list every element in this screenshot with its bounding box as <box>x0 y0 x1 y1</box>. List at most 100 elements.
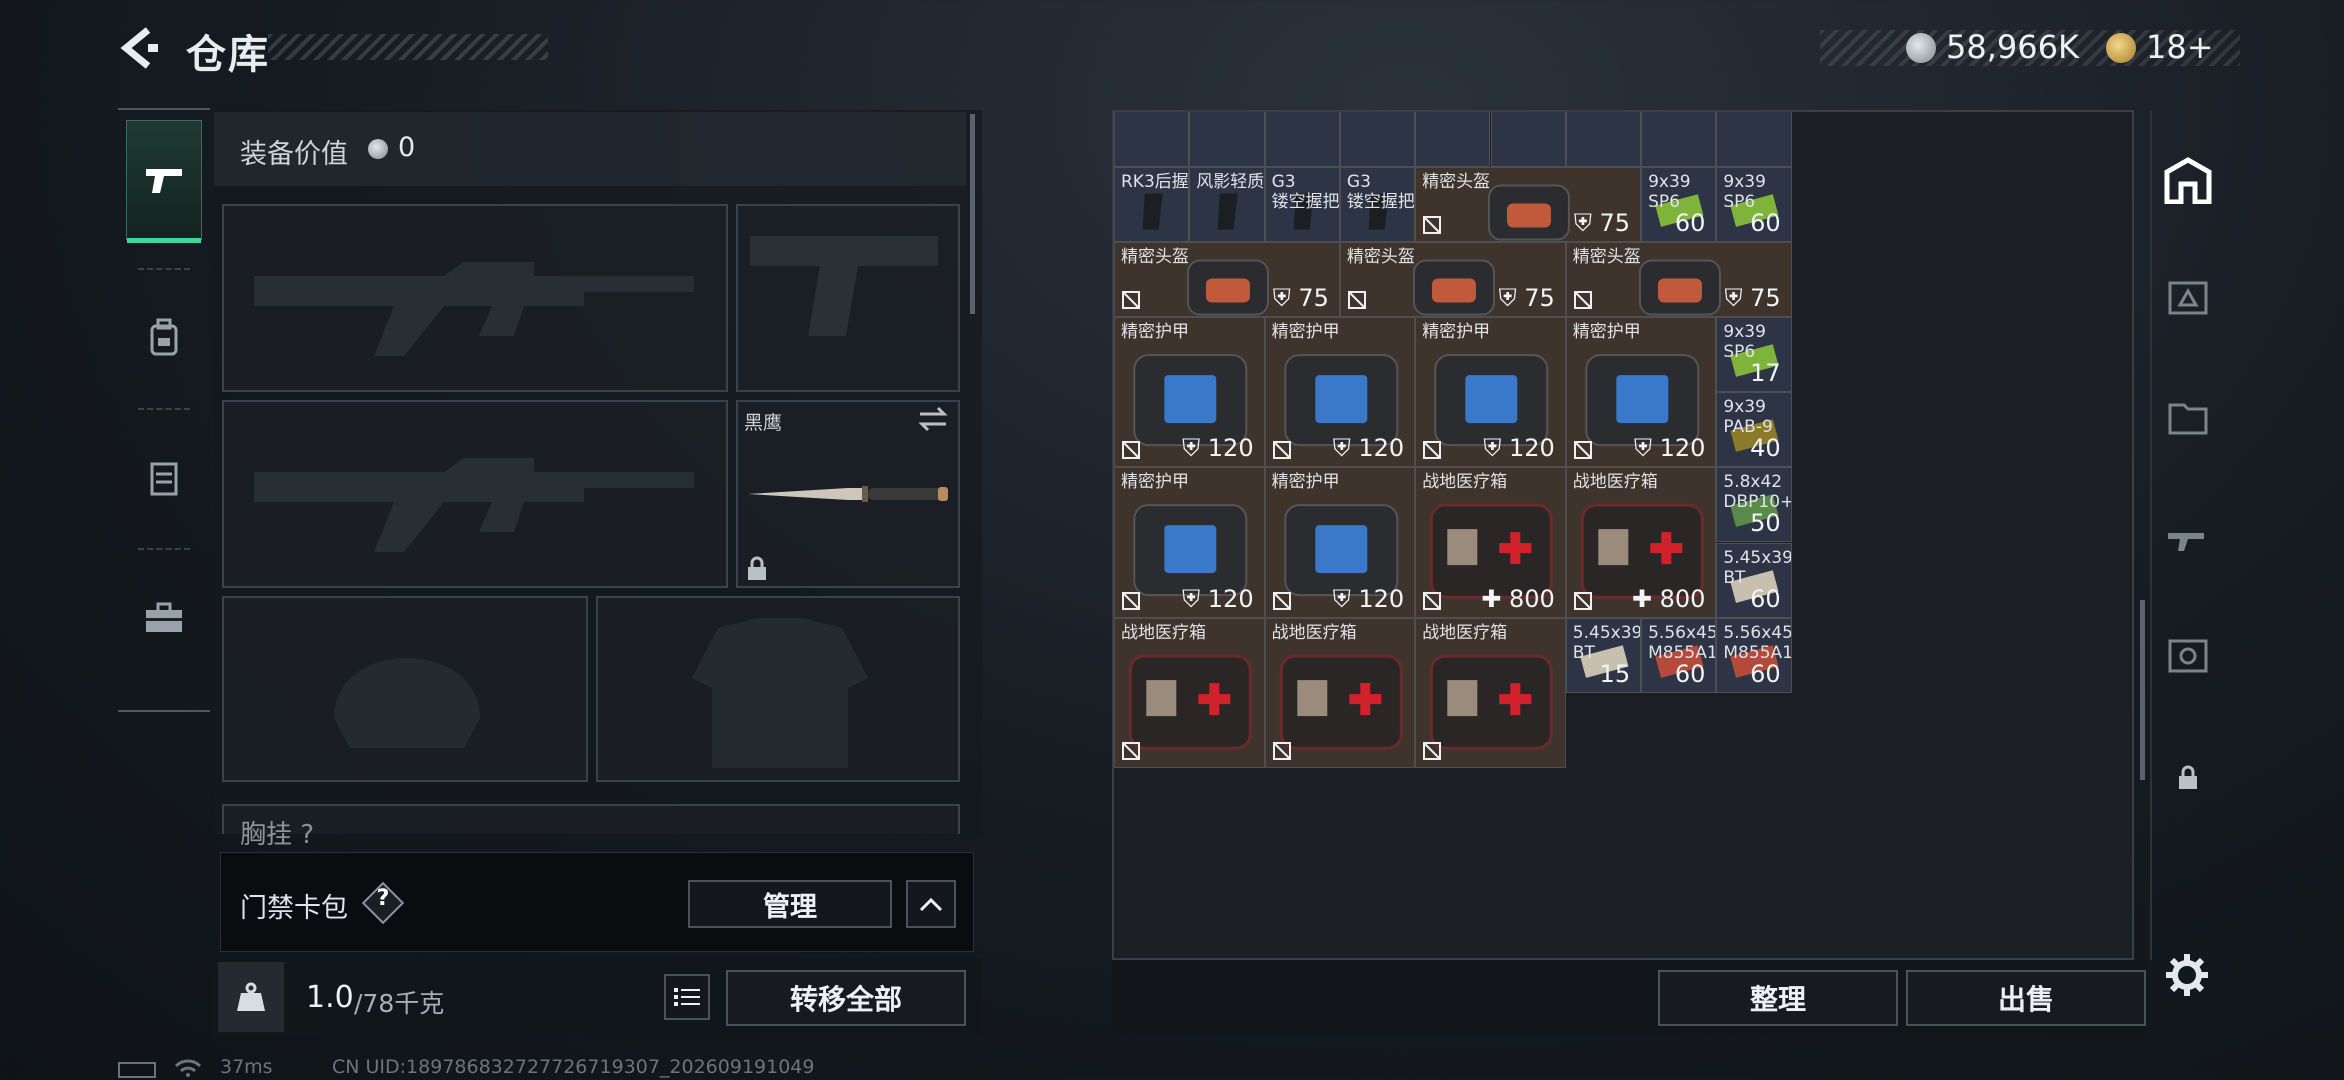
item-name: 精密护甲 <box>1271 322 1340 343</box>
inventory-cell[interactable]: 5.45x39 BT 15 <box>1565 617 1642 693</box>
inventory-cell-partial[interactable] <box>1641 112 1717 167</box>
no-insure-icon <box>1272 741 1291 760</box>
briefcase-icon <box>146 602 182 632</box>
inventory-cell[interactable]: 5.45x39 BT 60 <box>1716 542 1792 618</box>
inventory-cell[interactable]: G3 镂空握把 <box>1339 167 1416 243</box>
inventory-cell-partial[interactable] <box>1565 112 1642 167</box>
item-value: ✚ 800 <box>1481 584 1555 613</box>
inventory-cell[interactable]: 精密护甲 ⛨ 120 <box>1565 317 1717 468</box>
item-name: 5.56x45 M855A1 <box>1723 622 1792 663</box>
list-icon <box>674 988 700 1006</box>
inventory-cell[interactable]: 风影轻质… <box>1189 167 1265 243</box>
list-view-button[interactable] <box>664 974 710 1020</box>
inventory-cell[interactable]: 9x39 SP6 17 <box>1716 317 1792 393</box>
swap-icon[interactable] <box>918 406 948 436</box>
primary-weapon-slot[interactable] <box>222 204 728 392</box>
inventory-cell[interactable]: 战地医疗箱 ✚ 800 <box>1415 467 1566 618</box>
primary-weapon-slot-2[interactable] <box>222 400 728 588</box>
inventory-cell-partial[interactable] <box>1264 112 1340 167</box>
inventory-cell[interactable]: 精密头盔 ⛨ 75 <box>1415 167 1642 243</box>
nav-vest[interactable] <box>126 418 202 538</box>
item-value: ⛨ 120 <box>1633 434 1706 463</box>
no-insure-icon <box>1423 216 1442 235</box>
nav-container-6[interactable] <box>2154 620 2222 692</box>
back-button[interactable] <box>118 26 160 70</box>
collapse-button[interactable] <box>906 880 956 928</box>
help-icon: ? <box>376 886 390 911</box>
scrollbar[interactable] <box>970 114 975 314</box>
no-insure-icon <box>1423 441 1442 460</box>
folder-icon <box>2168 403 2208 435</box>
inventory-cell[interactable]: 精密护甲 ⛨ 120 <box>1264 467 1416 618</box>
inventory-cell[interactable]: 精密护甲 ⛨ 120 <box>1264 317 1416 468</box>
title-decoration <box>268 34 548 60</box>
item-name: 精密护甲 <box>1121 322 1189 343</box>
inventory-cell-partial[interactable] <box>1339 112 1416 167</box>
item-value: ⛨ 75 <box>1272 284 1329 313</box>
inventory-cell[interactable]: 5.56x45 M855A1 60 <box>1641 617 1717 693</box>
lock-icon <box>746 556 768 586</box>
inventory-cell[interactable]: 5.56x45 M855A1 60 <box>1716 617 1792 693</box>
inventory-cell[interactable]: 精密护甲 ⛨ 120 <box>1415 317 1566 468</box>
inventory-cell[interactable]: 战地医疗箱 ✚ 800 <box>1565 467 1717 618</box>
secondary-weapon-slot[interactable] <box>736 204 960 392</box>
manage-button[interactable]: 管理 <box>688 880 892 928</box>
inventory-cell[interactable]: 战地医疗箱 <box>1114 617 1265 768</box>
nav-weapons[interactable] <box>126 120 202 243</box>
nav-container-3[interactable] <box>2154 262 2222 334</box>
inventory-cell[interactable]: 精密头盔 ⛨ 75 <box>1114 242 1340 318</box>
item-value: ⛨ 75 <box>1498 284 1555 313</box>
armor-slot[interactable] <box>596 596 960 782</box>
wifi-icon <box>174 1058 202 1080</box>
nav-backpack[interactable] <box>126 278 202 398</box>
inventory-cell[interactable]: 精密头盔 ⛨ 75 <box>1339 242 1566 318</box>
inventory-cell-partial[interactable] <box>1189 112 1265 167</box>
item-name: 战地医疗箱 <box>1121 622 1206 643</box>
item-value: ⛨ 120 <box>1182 584 1254 613</box>
inventory-cell[interactable]: G3 镂空握把 <box>1264 167 1340 243</box>
item-value: 17 <box>1750 359 1781 388</box>
settings-button[interactable] <box>2164 952 2210 1002</box>
inventory-cell[interactable]: RK3后握把 <box>1114 167 1190 243</box>
transfer-all-button[interactable]: 转移全部 <box>726 970 966 1026</box>
inventory-cell-partial[interactable] <box>1114 112 1190 167</box>
inventory-cell-partial[interactable] <box>1490 112 1566 167</box>
inventory-cell[interactable]: 战地医疗箱 <box>1415 617 1566 768</box>
sort-button[interactable]: 整理 <box>1658 970 1898 1026</box>
inventory-cell[interactable]: 9x39 SP6 60 <box>1641 167 1717 243</box>
item-name: 精密护甲 <box>1422 322 1491 343</box>
inventory-cell[interactable]: 战地医疗箱 <box>1264 617 1416 768</box>
item-name: 精密护甲 <box>1572 322 1641 343</box>
item-name: 战地医疗箱 <box>1422 472 1508 493</box>
coin-icon <box>368 139 388 159</box>
inventory-cell-partial[interactable] <box>1415 112 1491 167</box>
battery-icon <box>118 1062 156 1078</box>
left-nav <box>118 108 210 712</box>
armor-silhouette-icon <box>692 618 868 768</box>
nav-storage[interactable] <box>2154 144 2222 216</box>
inventory-cell[interactable]: 精密护甲 ⛨ 120 <box>1114 467 1265 618</box>
nav-case[interactable] <box>126 558 202 678</box>
item-value: ⛨ 120 <box>1332 434 1405 463</box>
no-insure-icon <box>1272 591 1291 610</box>
inventory-cell[interactable]: 9x39 PAB-9 40 <box>1716 392 1792 468</box>
container-icon <box>2168 281 2208 315</box>
inventory-cell-partial[interactable] <box>1716 112 1792 167</box>
helmet-slot[interactable] <box>222 596 588 782</box>
inventory-cell[interactable]: 5.8x42 DBP10+P50 <box>1716 467 1792 543</box>
nav-container-5[interactable] <box>2154 502 2222 574</box>
item-name: 战地医疗箱 <box>1271 622 1357 643</box>
pistol-silhouette-icon <box>750 236 938 336</box>
inventory-cell[interactable]: 精密护甲 ⛨ 120 <box>1114 317 1265 468</box>
coin-icon <box>1906 33 1936 63</box>
item-value: 15 <box>1599 659 1631 688</box>
inventory-cell[interactable]: 精密头盔 ⛨ 75 <box>1565 242 1792 318</box>
inventory-cell[interactable]: 9x39 SP6 60 <box>1716 167 1792 243</box>
sell-button[interactable]: 出售 <box>1906 970 2146 1026</box>
no-insure-icon <box>1573 591 1592 610</box>
chest-rig-slot[interactable] <box>222 804 960 834</box>
item-name: 精密头盔 <box>1572 247 1641 268</box>
nav-container-4[interactable] <box>2154 382 2222 454</box>
scrollbar[interactable] <box>2140 600 2145 780</box>
item-value: 60 <box>1750 584 1781 613</box>
